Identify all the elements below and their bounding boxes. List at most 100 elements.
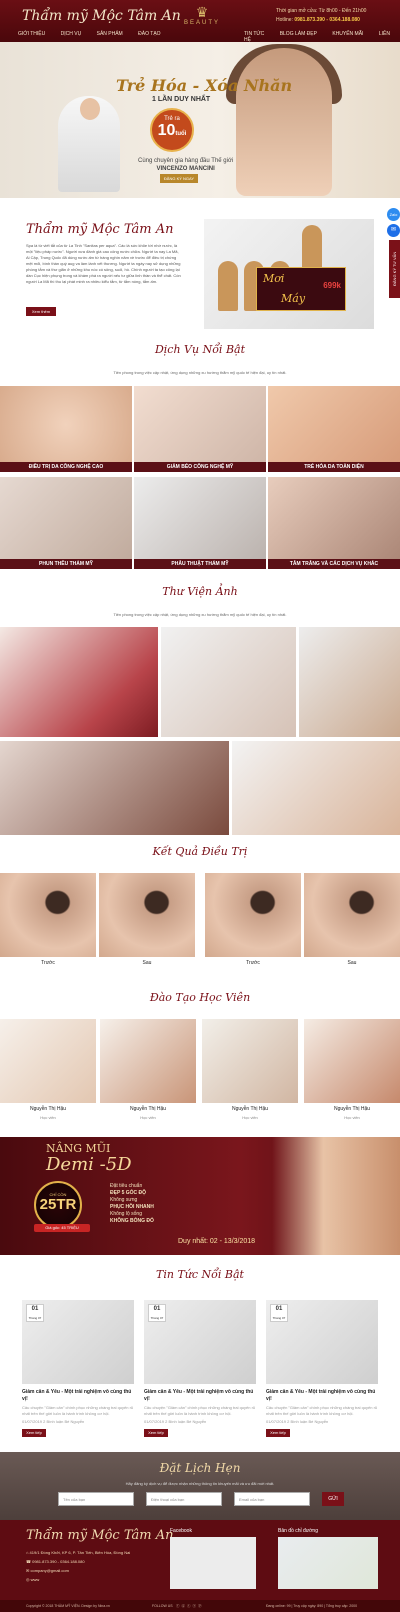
booking-submit-button[interactable]: GỬI <box>322 1492 344 1506</box>
promo-word1: Mơi <box>263 272 285 285</box>
news-meta: 01/07/2019 2 Bình luận Bé Nguyễn <box>22 1419 85 1424</box>
news-date: 01 Tháng 07 <box>26 1304 44 1322</box>
news-excerpt: Câu chuyện "Giảm cân" chính phục những c… <box>144 1405 256 1416</box>
hotline-number[interactable]: 0981.873.390 - 0364.188.080 <box>294 17 360 23</box>
student-role: Học viên <box>40 1115 56 1120</box>
service-card[interactable]: TẮM TRẮNG VÀ CÁC DỊCH VỤ KHÁC <box>268 477 400 569</box>
name-input[interactable]: Tên của bạn <box>58 1492 134 1506</box>
news-read-more-button[interactable]: Xem tiếp <box>144 1429 168 1437</box>
follow-us-label: FOLLOW US <box>152 1604 173 1608</box>
service-title: TRẺ HÓA DA TOÀN DIỆN <box>268 462 400 472</box>
nav-item-services[interactable]: DỊCH VỤ <box>61 31 82 37</box>
booking-title: Đặt Lịch Hẹn <box>159 1461 241 1475</box>
nav-item-training[interactable]: ĐÀO TẠO <box>138 31 160 37</box>
news-image[interactable]: 01 Tháng 07 <box>144 1300 256 1384</box>
news-image[interactable]: 01 Tháng 07 <box>266 1300 378 1384</box>
about-more-button[interactable]: Xem thêm <box>26 307 56 316</box>
result-after-image[interactable] <box>99 873 195 957</box>
header-logo[interactable]: Thẩm mỹ Mộc Tâm An <box>22 8 181 24</box>
banner-product: Demi -5D <box>46 1154 132 1175</box>
service-card[interactable]: GIẢM BÉO CÔNG NGHỆ MỸ <box>134 386 266 472</box>
hero-text-line1: Cùng chuyên gia hàng đầu Thế giới <box>138 158 234 164</box>
nav-item-promotions[interactable]: KHUYẾN MÃI <box>332 31 363 37</box>
result-before-image[interactable] <box>0 873 96 957</box>
hotline-label: Hotline: <box>276 17 293 23</box>
visitor-stats: Đang online: 99 | Truy cập ngày: 890 | T… <box>266 1604 358 1608</box>
service-card[interactable]: PHẪU THUẬT THẨM MỸ <box>134 477 266 569</box>
footer-web[interactable]: www <box>31 1577 40 1582</box>
gallery-title: Thư Viện Ảnh <box>162 585 238 598</box>
result-after-image[interactable] <box>304 873 400 957</box>
nav-left: GIỚI THIỆU DỊCH VỤ SẢN PHẨM ĐÀO TẠO <box>18 31 175 37</box>
about-title: Thẩm mỹ Mộc Tâm An <box>26 222 174 237</box>
news-read-more-button[interactable]: Xem tiếp <box>22 1429 46 1437</box>
training-title: Đào Tạo Học Viên <box>149 991 251 1004</box>
consult-register-tab[interactable]: ĐĂNG KÝ TƯ VẤN <box>389 240 400 298</box>
footer-logo[interactable]: Thẩm mỹ Mộc Tâm An <box>26 1528 173 1543</box>
results-title: Kết Quả Điều Trị <box>152 845 248 858</box>
news-headline[interactable]: Giảm cân & Yêu - Một trải nghiệm vô cùng… <box>266 1389 378 1403</box>
hero-register-button[interactable]: ĐĂNG KÝ NGAY <box>160 174 198 183</box>
header-contact: Thời gian mở cửa: Từ 8h00 - Đến 21h00 Ho… <box>276 7 366 25</box>
news-excerpt: Câu chuyện "Giảm cân" chính phục những c… <box>22 1405 134 1416</box>
hero-text-line2: VINCENZO MANCINI <box>156 166 215 172</box>
banner-price-coin: CHỈ CÒN 25TR <box>34 1181 82 1229</box>
news-title: Tin Tức Nổi Bật <box>156 1268 244 1281</box>
brand-text: BEAUTY <box>183 20 220 26</box>
result-label: Sau <box>142 960 152 966</box>
student-photo[interactable] <box>202 1019 298 1103</box>
student-role: Học viên <box>344 1115 360 1120</box>
news-card[interactable]: 01 Tháng 07 Giảm cân & Yêu - Một trải ngh… <box>22 1300 134 1437</box>
map-widget[interactable] <box>278 1537 378 1589</box>
service-title: PHẪU THUẬT THẨM MỸ <box>134 559 266 569</box>
service-card[interactable]: PHUN THÊU THẨM MỸ <box>0 477 132 569</box>
student-photo[interactable] <box>304 1019 400 1103</box>
news-headline[interactable]: Giảm cân & Yêu - Một trải nghiệm vô cùng… <box>144 1389 256 1403</box>
about-paragraph: Spa là từ viết tắt của từ La Tinh "Sanit… <box>26 243 181 284</box>
result-before-image[interactable] <box>205 873 301 957</box>
result-label: Sau <box>347 960 357 966</box>
student-role: Học viên <box>242 1115 258 1120</box>
gallery-image[interactable] <box>161 627 296 737</box>
news-image[interactable]: 01 Tháng 07 <box>22 1300 134 1384</box>
news-meta: 01/07/2019 2 Bình luận Bé Nguyễn <box>144 1419 207 1424</box>
gallery-image[interactable] <box>299 627 400 737</box>
student-photo[interactable] <box>0 1019 96 1103</box>
news-card[interactable]: 01 Tháng 07 Giảm cân & Yêu - Một trải ngh… <box>266 1300 378 1437</box>
footer-email[interactable]: company@gmail.com <box>30 1568 69 1573</box>
hero-subtitle: 1 LẦN DUY NHẤT <box>152 96 211 103</box>
banner-features: Đặt tiêu chuẩn ĐẸP 5 GÓC ĐỘ Không sưng P… <box>110 1183 154 1225</box>
facebook-widget[interactable] <box>170 1537 256 1589</box>
banner-model-image <box>272 1137 400 1255</box>
messenger-icon[interactable]: ✉ <box>387 224 400 237</box>
phone-input[interactable]: Điện thoại của bạn <box>146 1492 222 1506</box>
facebook-heading: Facebook <box>170 1528 192 1534</box>
news-read-more-button[interactable]: Xem tiếp <box>266 1429 290 1437</box>
service-title: TẮM TRẮNG VÀ CÁC DỊCH VỤ KHÁC <box>268 559 400 569</box>
gallery-image[interactable] <box>0 741 229 835</box>
footer-phone[interactable]: 0981.873.390 - 0364.188.080 <box>32 1559 85 1564</box>
service-card[interactable]: ĐIỀU TRỊ DA CÔNG NGHỆ CAO <box>0 386 132 472</box>
email-input[interactable]: Email của bạn <box>234 1492 310 1506</box>
feature-item: KHÔNG BÓNG ĐỎ <box>110 1218 154 1224</box>
gallery-image[interactable] <box>0 627 158 737</box>
student-photo[interactable] <box>100 1019 196 1103</box>
brand-logo[interactable]: ♛ BEAUTY <box>180 4 224 26</box>
nav-item-about[interactable]: GIỚI THIỆU <box>18 31 45 37</box>
student-role: Học viên <box>140 1115 156 1120</box>
news-headline[interactable]: Giảm cân & Yêu - Một trải nghiệm vô cùng… <box>22 1389 134 1403</box>
map-heading: Bản đồ chỉ đường <box>278 1528 318 1534</box>
service-card[interactable]: TRẺ HÓA DA TOÀN DIỆN <box>268 386 400 472</box>
nav-item-products[interactable]: SẢN PHẨM <box>97 31 123 37</box>
banner-date: Duy nhất: 02 - 13/3/2018 <box>178 1238 256 1245</box>
zalo-chat-icon[interactable]: Zalo <box>387 208 400 221</box>
student-name: Nguyễn Thị Hậu <box>129 1106 167 1112</box>
hero-doctor-face <box>80 98 100 120</box>
gallery-image[interactable] <box>232 741 400 835</box>
service-title: ĐIỀU TRỊ DA CÔNG NGHỆ CAO <box>0 462 132 472</box>
social-icons[interactable]: ⓕⓖⓣⓨⓟ <box>176 1600 204 1612</box>
nav-item-blog[interactable]: BLOG LÀM ĐẸP <box>280 31 317 37</box>
original-price-tag: Giá gốc: 45 TRIỆU <box>34 1224 90 1232</box>
news-card[interactable]: 01 Tháng 07 Giảm cân & Yêu - Một trải ngh… <box>144 1300 256 1437</box>
feature-item: Không lộ sống <box>110 1211 142 1217</box>
